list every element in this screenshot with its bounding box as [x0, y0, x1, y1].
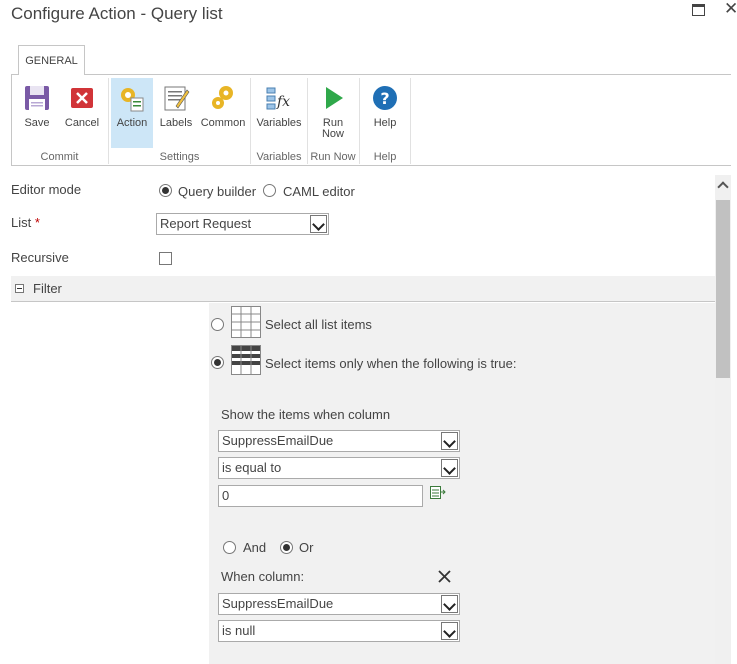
play-run-icon: [326, 87, 343, 109]
run-now-label: Run Now: [321, 117, 344, 140]
insert-reference-icon[interactable]: [430, 486, 446, 500]
help-label: Help: [373, 117, 397, 129]
select-conditional-radio[interactable]: [211, 356, 224, 369]
condition2-column-value: SuppressEmailDue: [222, 596, 334, 611]
group-settings-label: Settings: [159, 151, 200, 163]
condition1-column-select[interactable]: SuppressEmailDue: [218, 430, 460, 452]
remove-condition-icon[interactable]: [438, 570, 451, 583]
condition1-column-value: SuppressEmailDue: [222, 433, 334, 448]
save-button[interactable]: Save: [16, 78, 58, 146]
query-builder-label[interactable]: Query builder: [178, 184, 256, 199]
dialog-title: Configure Action - Query list: [11, 4, 223, 23]
svg-text:fx: fx: [276, 94, 290, 110]
list-label-text: List: [11, 215, 32, 230]
condition2-operator-select[interactable]: is null: [218, 620, 460, 642]
variables-button[interactable]: fx Variables: [253, 78, 305, 146]
save-label: Save: [24, 117, 50, 129]
close-icon[interactable]: ✕: [724, 0, 737, 18]
run-now-button[interactable]: Run Now: [312, 78, 354, 146]
labels-button[interactable]: Labels: [155, 78, 197, 146]
condition2-column-select[interactable]: SuppressEmailDue: [218, 593, 460, 615]
show-items-label: Show the items when column: [221, 407, 391, 422]
condition2-operator-value: is null: [222, 623, 256, 638]
chevron-down-icon[interactable]: [441, 432, 458, 450]
select-all-radio[interactable]: [211, 318, 224, 331]
chevron-down-icon[interactable]: [441, 459, 458, 477]
gear-action-icon: [121, 88, 144, 112]
query-builder-radio[interactable]: [159, 184, 172, 197]
caml-editor-radio[interactable]: [263, 184, 276, 197]
group-variables-label: Variables: [256, 151, 302, 163]
ribbon-divider: [410, 78, 411, 164]
caml-editor-label[interactable]: CAML editor: [283, 184, 355, 199]
group-help-label: Help: [373, 151, 397, 163]
list-select[interactable]: Report Request: [156, 213, 329, 235]
condition1-operator-select[interactable]: is equal to: [218, 457, 460, 479]
variables-label: Variables: [256, 117, 302, 129]
table-grid-icon: [231, 306, 261, 338]
action-button[interactable]: Action: [111, 78, 153, 148]
filter-section-header[interactable]: Filter: [11, 276, 715, 302]
labels-icon: [164, 86, 190, 111]
editor-mode-label: Editor mode: [11, 182, 82, 197]
cancel-button[interactable]: Cancel: [60, 78, 104, 146]
group-commit-label: Commit: [40, 151, 79, 163]
scrollbar-thumb[interactable]: [716, 200, 730, 378]
common-button[interactable]: Common: [199, 78, 247, 146]
chevron-down-icon[interactable]: [310, 215, 327, 233]
condition1-operator-value: is equal to: [222, 460, 282, 475]
scroll-up-arrow-icon[interactable]: [715, 177, 731, 193]
list-label: List *: [11, 215, 40, 230]
condition1-value-input[interactable]: 0: [218, 485, 423, 507]
question-help-icon: ?: [373, 86, 397, 110]
cancel-label: Cancel: [64, 117, 100, 129]
chevron-down-icon[interactable]: [441, 622, 458, 640]
cancel-x-icon: [71, 88, 93, 108]
floppy-disk-icon: [25, 86, 49, 110]
group-run-now-label: Run Now: [310, 151, 356, 163]
filtered-table-icon: [231, 345, 261, 375]
or-label[interactable]: Or: [299, 540, 313, 555]
list-select-value: Report Request: [160, 216, 252, 231]
filter-title: Filter: [33, 281, 62, 296]
action-label: Action: [116, 117, 148, 129]
select-all-label[interactable]: Select all list items: [265, 317, 372, 332]
tab-general[interactable]: GENERAL: [18, 45, 85, 75]
select-conditional-label[interactable]: Select items only when the following is …: [265, 356, 516, 371]
recursive-label: Recursive: [11, 250, 69, 265]
required-marker: *: [34, 215, 40, 230]
and-radio[interactable]: [223, 541, 236, 554]
or-radio[interactable]: [280, 541, 293, 554]
labels-label: Labels: [159, 117, 193, 129]
collapse-minus-icon[interactable]: [15, 284, 24, 293]
chevron-down-icon[interactable]: [441, 595, 458, 613]
maximize-icon[interactable]: [692, 4, 705, 16]
fx-variables-icon: fx: [266, 87, 290, 110]
svg-text:?: ?: [380, 89, 389, 108]
and-label[interactable]: And: [243, 540, 266, 555]
gears-common-icon: [212, 86, 233, 109]
help-button[interactable]: ? Help: [364, 78, 406, 146]
when-column-label: When column:: [221, 569, 305, 584]
common-label: Common: [200, 117, 246, 129]
recursive-checkbox[interactable]: [159, 252, 172, 265]
